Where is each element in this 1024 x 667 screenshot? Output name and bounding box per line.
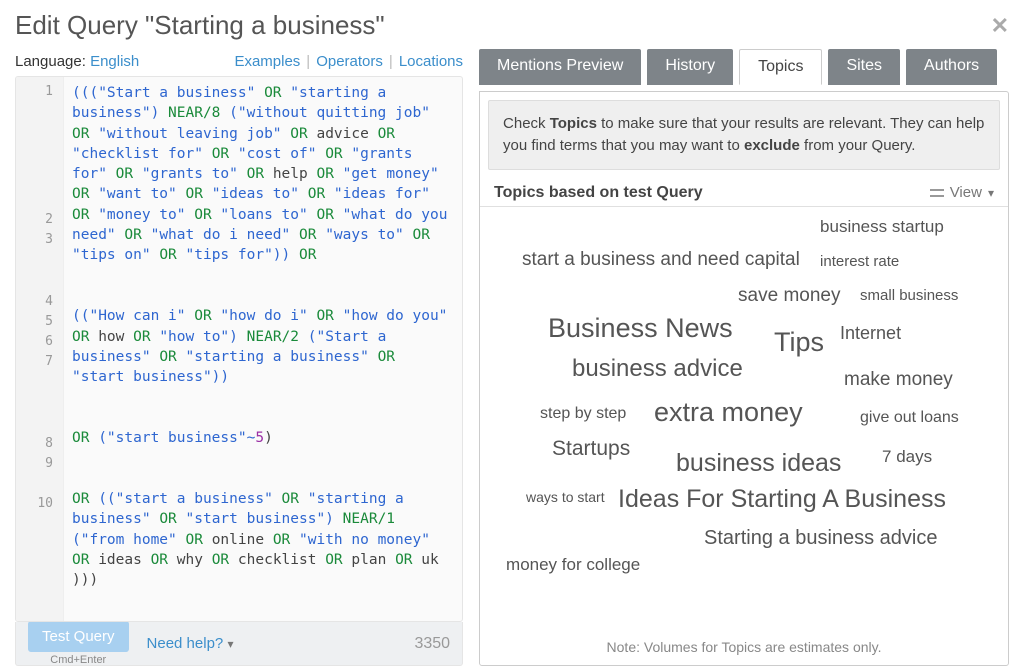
topics-note: Note: Volumes for Topics are estimates o… [480, 633, 1008, 665]
tab-topics[interactable]: Topics [739, 49, 822, 85]
tab-authors[interactable]: Authors [906, 49, 997, 85]
examples-link[interactable]: Examples [234, 53, 300, 70]
topic-item[interactable]: start a business and need capital [522, 249, 800, 271]
topic-item[interactable]: business ideas [676, 449, 841, 478]
topic-item[interactable]: step by step [540, 405, 626, 423]
tabs: Mentions Preview History Topics Sites Au… [479, 49, 1009, 85]
topic-item[interactable]: Startups [552, 437, 630, 461]
shortcut-hint: Cmd+Enter [28, 654, 129, 666]
locations-link[interactable]: Locations [399, 53, 463, 70]
need-help-link[interactable]: Need help? ▾ [147, 635, 234, 652]
chevron-down-icon: ▾ [227, 637, 233, 651]
close-icon[interactable]: ✕ [991, 13, 1009, 39]
topic-item[interactable]: give out loans [860, 409, 959, 427]
language-label: Language: [15, 53, 90, 70]
topic-item[interactable]: save money [738, 285, 840, 307]
topic-item[interactable]: Tips [774, 327, 824, 358]
topic-item[interactable]: make money [844, 369, 953, 391]
topics-banner: Check Topics to make sure that your resu… [488, 100, 1000, 170]
topic-item[interactable]: interest rate [820, 253, 899, 270]
topic-cloud: business startup start a business and ne… [480, 211, 1008, 634]
topic-item[interactable]: Internet [840, 323, 901, 344]
topics-heading: Topics based on test Query [494, 184, 703, 202]
chevron-down-icon: ▾ [988, 186, 994, 200]
test-query-button[interactable]: Test Query [28, 621, 129, 652]
char-count: 3350 [414, 635, 450, 653]
topic-item[interactable]: extra money [654, 397, 803, 428]
query-code[interactable]: ((("Start a business" OR "starting a bus… [64, 77, 462, 621]
topic-item[interactable]: business startup [820, 217, 944, 237]
view-dropdown[interactable]: View ▾ [930, 184, 994, 201]
operators-link[interactable]: Operators [316, 53, 383, 70]
language-link[interactable]: English [90, 53, 139, 70]
topic-item[interactable]: business advice [572, 355, 743, 383]
line-gutter: 1 2 3 4 5 6 7 8 9 10 [16, 77, 64, 621]
topic-item[interactable]: small business [860, 287, 958, 304]
adjust-icon [930, 187, 944, 199]
query-editor[interactable]: 1 2 3 4 5 6 7 8 9 10 ((("Start a busines… [15, 76, 463, 622]
topic-item[interactable]: Business News [548, 313, 733, 344]
tab-mentions-preview[interactable]: Mentions Preview [479, 49, 641, 85]
topic-item[interactable]: Starting a business advice [704, 527, 937, 550]
dialog-title: Edit Query "Starting a business" [15, 10, 385, 41]
topic-item[interactable]: ways to start [526, 489, 605, 505]
tab-sites[interactable]: Sites [828, 49, 900, 85]
topic-item[interactable]: Ideas For Starting A Business [618, 485, 946, 514]
topic-item[interactable]: money for college [506, 555, 640, 575]
topic-item[interactable]: 7 days [882, 447, 932, 467]
tab-history[interactable]: History [647, 49, 733, 85]
